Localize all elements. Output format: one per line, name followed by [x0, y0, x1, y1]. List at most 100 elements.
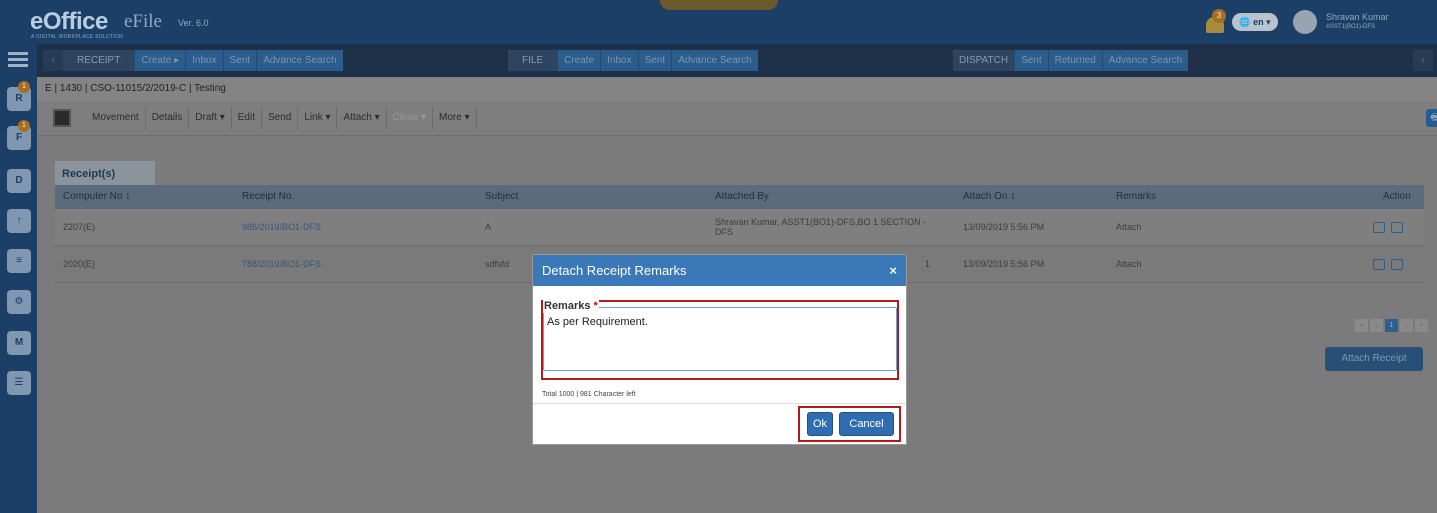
col-remarks: Remarks	[1116, 191, 1157, 202]
movement-button[interactable]: Movement	[86, 107, 146, 129]
user-name[interactable]: Shravan Kumar	[1326, 12, 1389, 22]
app-version: Ver. 6.0	[178, 18, 209, 28]
col-receipt-no: Receipt No.	[242, 191, 295, 202]
nav-file-advance-search[interactable]: Advance Search	[671, 50, 758, 71]
required-mark: *	[593, 300, 598, 312]
pagination: « ‹ 1 › »	[1353, 319, 1428, 332]
computer-no-cell: 2207(E)	[63, 222, 96, 232]
attach-on-cell: 13/09/2019 5:56 PM	[963, 259, 1045, 269]
col-computer-no[interactable]: Computer No ↕	[63, 185, 130, 209]
file-nav: FILE Create Inbox Sent Advance Search	[508, 50, 758, 71]
language-label: en	[1253, 17, 1264, 27]
remarks-cell: Attach	[1116, 259, 1142, 269]
remarks-textarea[interactable]: As per Requirement.	[543, 307, 897, 371]
nav-receipt[interactable]: RECEIPT	[63, 50, 135, 71]
top-collapse-tab[interactable]	[660, 0, 778, 10]
nav-receipt-inbox[interactable]: Inbox	[185, 50, 223, 71]
nav-file[interactable]: FILE	[508, 50, 558, 71]
nav-dispatch-advance-search[interactable]: Advance Search	[1101, 50, 1189, 71]
logo-tagline: A DIGITAL WORKPLACE SOLUTION	[31, 34, 124, 40]
module-nav-bar: ‹ RECEIPT Create ▸ Inbox Sent Advance Se…	[37, 44, 1437, 77]
edit-remarks-icon[interactable]	[1373, 259, 1385, 270]
receipt-nav: RECEIPT Create ▸ Inbox Sent Advance Sear…	[63, 50, 343, 71]
settings-icon[interactable]: ⚙	[7, 290, 31, 314]
nav-file-create[interactable]: Create	[557, 50, 601, 71]
edit-remarks-icon[interactable]	[1373, 222, 1385, 233]
subject-cell: sdfsfd	[485, 259, 510, 269]
remarks-cell: Attach	[1116, 222, 1142, 232]
computer-no-cell: 2020(E)	[63, 259, 96, 269]
col-subject: Subject	[485, 191, 519, 202]
edit-button[interactable]: Edit	[232, 107, 262, 129]
more-menu[interactable]: More ▾	[433, 107, 477, 129]
breadcrumb: E | 1430 | CSO-11015/2/2019-C | Testing	[37, 77, 1437, 101]
close-menu[interactable]: Close ▾	[387, 107, 434, 129]
tools-icon[interactable]: ≡	[7, 249, 31, 273]
next-page-button[interactable]: ›	[1400, 319, 1413, 332]
hamburger-menu-icon[interactable]	[8, 52, 28, 55]
details-button[interactable]: Details	[146, 107, 190, 129]
nav-file-sent[interactable]: Sent	[637, 50, 672, 71]
attached-by-cell: 1	[925, 259, 931, 269]
app-header: eOffice A DIGITAL WORKPLACE SOLUTION eFi…	[0, 0, 1437, 44]
sidebar: R 1 F 1 D ↑ ≡ ⚙ M ☰	[0, 44, 37, 513]
col-attached-by: Attached By	[715, 191, 769, 202]
file-grid-icon[interactable]	[53, 109, 71, 127]
receipt-module-badge: 1	[18, 81, 30, 93]
detach-receipt-icon[interactable]	[1391, 259, 1403, 270]
attach-receipt-button[interactable]: Attach Receipt	[1325, 347, 1423, 371]
nav-receipt-create[interactable]: Create ▸	[134, 50, 186, 71]
user-avatar[interactable]	[1293, 10, 1317, 34]
attach-menu[interactable]: Attach ▾	[337, 107, 387, 129]
notification-badge: 3	[1212, 9, 1226, 23]
print-icon[interactable]: 🖶	[1426, 109, 1437, 127]
users-icon[interactable]: ☰	[7, 371, 31, 395]
user-role: ASST1(BO1)-DFS	[1326, 24, 1376, 30]
mail-icon[interactable]: M	[7, 331, 31, 355]
subject-cell: A	[485, 222, 492, 232]
col-attach-on[interactable]: Attach On ↕	[963, 185, 1015, 209]
page-1-button[interactable]: 1	[1385, 319, 1398, 332]
nav-file-inbox[interactable]: Inbox	[600, 50, 638, 71]
file-module-badge: 1	[18, 120, 30, 132]
dialog-title: Detach Receipt Remarks	[533, 255, 906, 286]
receipt-no-link[interactable]: 986/2019/BO1-DFS	[242, 209, 321, 246]
attach-on-cell: 13/09/2019 5:56 PM	[963, 222, 1045, 232]
remarks-label: Remarks *	[543, 299, 599, 313]
col-action: Action	[1383, 191, 1411, 202]
toolbar-actions: Movement Details Draft ▾ Edit Send Link …	[86, 107, 477, 129]
cancel-button[interactable]: Cancel	[839, 412, 894, 436]
receipt-no-link[interactable]: 788/2019/BO1-DFS	[242, 246, 321, 283]
dialog-divider	[533, 403, 906, 404]
table-header: Computer No ↕ Receipt No. Subject Attach…	[55, 185, 1424, 209]
dak-module-icon[interactable]: D	[7, 169, 31, 193]
receipts-tab[interactable]: Receipt(s)	[55, 161, 155, 185]
first-page-button[interactable]: «	[1355, 319, 1368, 332]
nav-dispatch-returned[interactable]: Returned	[1047, 50, 1102, 71]
language-selector[interactable]: 🌐 en ▾	[1232, 13, 1278, 31]
nav-scroll-left[interactable]: ‹	[43, 50, 63, 71]
send-button[interactable]: Send	[262, 107, 299, 129]
detach-receipt-icon[interactable]	[1391, 222, 1403, 233]
upload-icon[interactable]: ↑	[7, 209, 31, 233]
nav-receipt-advance-search[interactable]: Advance Search	[256, 50, 343, 71]
prev-page-button[interactable]: ‹	[1370, 319, 1383, 332]
detach-receipt-remarks-dialog: Detach Receipt Remarks × Remarks * As pe…	[532, 254, 907, 445]
link-menu[interactable]: Link ▾	[298, 107, 338, 129]
ok-button[interactable]: Ok	[807, 412, 833, 436]
last-page-button[interactable]: »	[1415, 319, 1428, 332]
nav-dispatch[interactable]: DISPATCH	[953, 50, 1015, 71]
nav-dispatch-sent[interactable]: Sent	[1014, 50, 1048, 71]
nav-scroll-right[interactable]: ›	[1413, 50, 1433, 71]
nav-receipt-sent[interactable]: Sent	[222, 50, 257, 71]
app-name: eFile	[124, 11, 162, 32]
dispatch-nav: DISPATCH Sent Returned Advance Search	[953, 50, 1189, 71]
close-icon[interactable]: ×	[889, 255, 897, 286]
notification-bell-icon[interactable]: 3	[1204, 9, 1226, 35]
attached-by-cell: Shravan Kumar, ASST1(BO1)-DFS,BO 1 SECTI…	[715, 217, 927, 237]
file-toolbar: Movement Details Draft ▾ Edit Send Link …	[37, 101, 1437, 136]
character-counter: Total 1000 | 981 Character left	[542, 391, 636, 398]
draft-menu[interactable]: Draft ▾	[189, 107, 232, 129]
eoffice-logo: eOffice	[30, 8, 108, 35]
table-row: 2207(E) 986/2019/BO1-DFS A Shravan Kumar…	[55, 209, 1424, 246]
